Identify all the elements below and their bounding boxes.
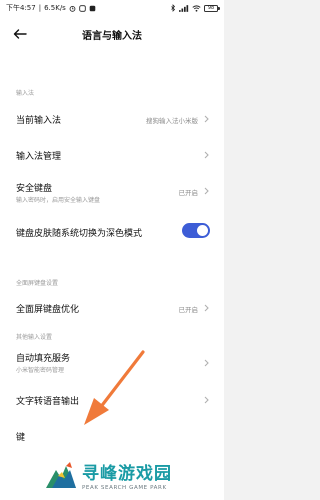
- row-subtitle: 小米智能密码管理: [16, 367, 65, 374]
- notification-icon: [79, 4, 86, 12]
- page-title: 语言与输入法: [82, 31, 142, 42]
- row-title: 当前输入法: [16, 116, 62, 126]
- settings-list: 输入法 当前输入法 搜狗输入法小米版 输入法管理 安全键盘 输入密码时，启用安全…: [0, 52, 224, 500]
- row-dark-mode-keyboard: 键盘皮肤随系统切换为深色模式: [0, 214, 224, 248]
- row-partial-keyboard[interactable]: 键: [0, 420, 224, 454]
- watermark-subtitle: PEAK SEARCH GAME PARK: [82, 485, 167, 491]
- status-divider: |: [38, 4, 42, 12]
- row-title: 安全键盘: [16, 184, 53, 194]
- row-value: 搜狗输入法小米版: [146, 117, 198, 125]
- row-input-method-manage[interactable]: 输入法管理: [0, 138, 224, 172]
- watermark-logo-icon: [46, 462, 76, 488]
- chevron-right-icon: [202, 114, 210, 124]
- chevron-right-icon: [202, 303, 210, 313]
- status-left: 下午4:57 | 6.5K/s: [6, 3, 96, 13]
- section-label-input-method: 输入法: [16, 90, 35, 97]
- row-value: 已开启: [178, 306, 199, 314]
- row-fullscreen-optimize[interactable]: 全面屏键盘优化 已开启: [0, 292, 224, 326]
- chevron-right-icon: [202, 395, 210, 405]
- status-right: 98: [170, 4, 220, 12]
- row-text-to-speech[interactable]: 文字转语音输出: [0, 384, 224, 418]
- toggle-knob: [197, 225, 208, 236]
- chevron-right-icon: [202, 186, 210, 196]
- row-autofill-service[interactable]: 自动填充服务 小米智能密码管理: [0, 344, 224, 384]
- status-time: 下午4:57: [6, 4, 36, 12]
- chevron-right-icon: [202, 358, 210, 368]
- wifi-icon: [192, 4, 201, 12]
- row-title: 自动填充服务: [16, 354, 71, 364]
- bluetooth-icon: [170, 4, 176, 12]
- row-title: 键盘皮肤随系统切换为深色模式: [16, 229, 143, 239]
- header: 语言与输入法: [0, 16, 224, 52]
- row-title: 输入法管理: [16, 152, 62, 162]
- dark-mode-toggle[interactable]: [182, 223, 210, 238]
- row-subtitle: 输入密码时，启用安全输入键盘: [16, 197, 101, 204]
- row-value: 已开启: [178, 189, 199, 197]
- chevron-right-icon: [202, 150, 210, 160]
- signal-icon: [179, 4, 189, 12]
- row-title: 全面屏键盘优化: [16, 305, 80, 315]
- watermark-text: 寻峰游戏园 PEAK SEARCH GAME PARK: [82, 459, 172, 491]
- row-secure-keyboard[interactable]: 安全键盘 输入密码时，启用安全输入键盘 已开启: [0, 174, 224, 214]
- section-label-other: 其他输入设置: [16, 334, 53, 341]
- watermark-title: 寻峰游戏园: [82, 464, 172, 484]
- section-label-fullscreen: 全面屏键盘设置: [16, 280, 59, 287]
- watermark: 寻峰游戏园 PEAK SEARCH GAME PARK: [44, 452, 220, 498]
- network-speed: 6.5K/s: [44, 4, 66, 12]
- row-title: 键: [16, 433, 26, 443]
- status-bar: 下午4:57 | 6.5K/s 98: [0, 0, 224, 16]
- battery-level: 98: [207, 5, 215, 11]
- row-current-input-method[interactable]: 当前输入法 搜狗输入法小米版: [0, 102, 224, 136]
- app-icon: [89, 5, 96, 12]
- row-title: 文字转语音输出: [16, 397, 80, 407]
- battery-icon: 98: [204, 4, 220, 12]
- alarm-icon: [69, 5, 76, 12]
